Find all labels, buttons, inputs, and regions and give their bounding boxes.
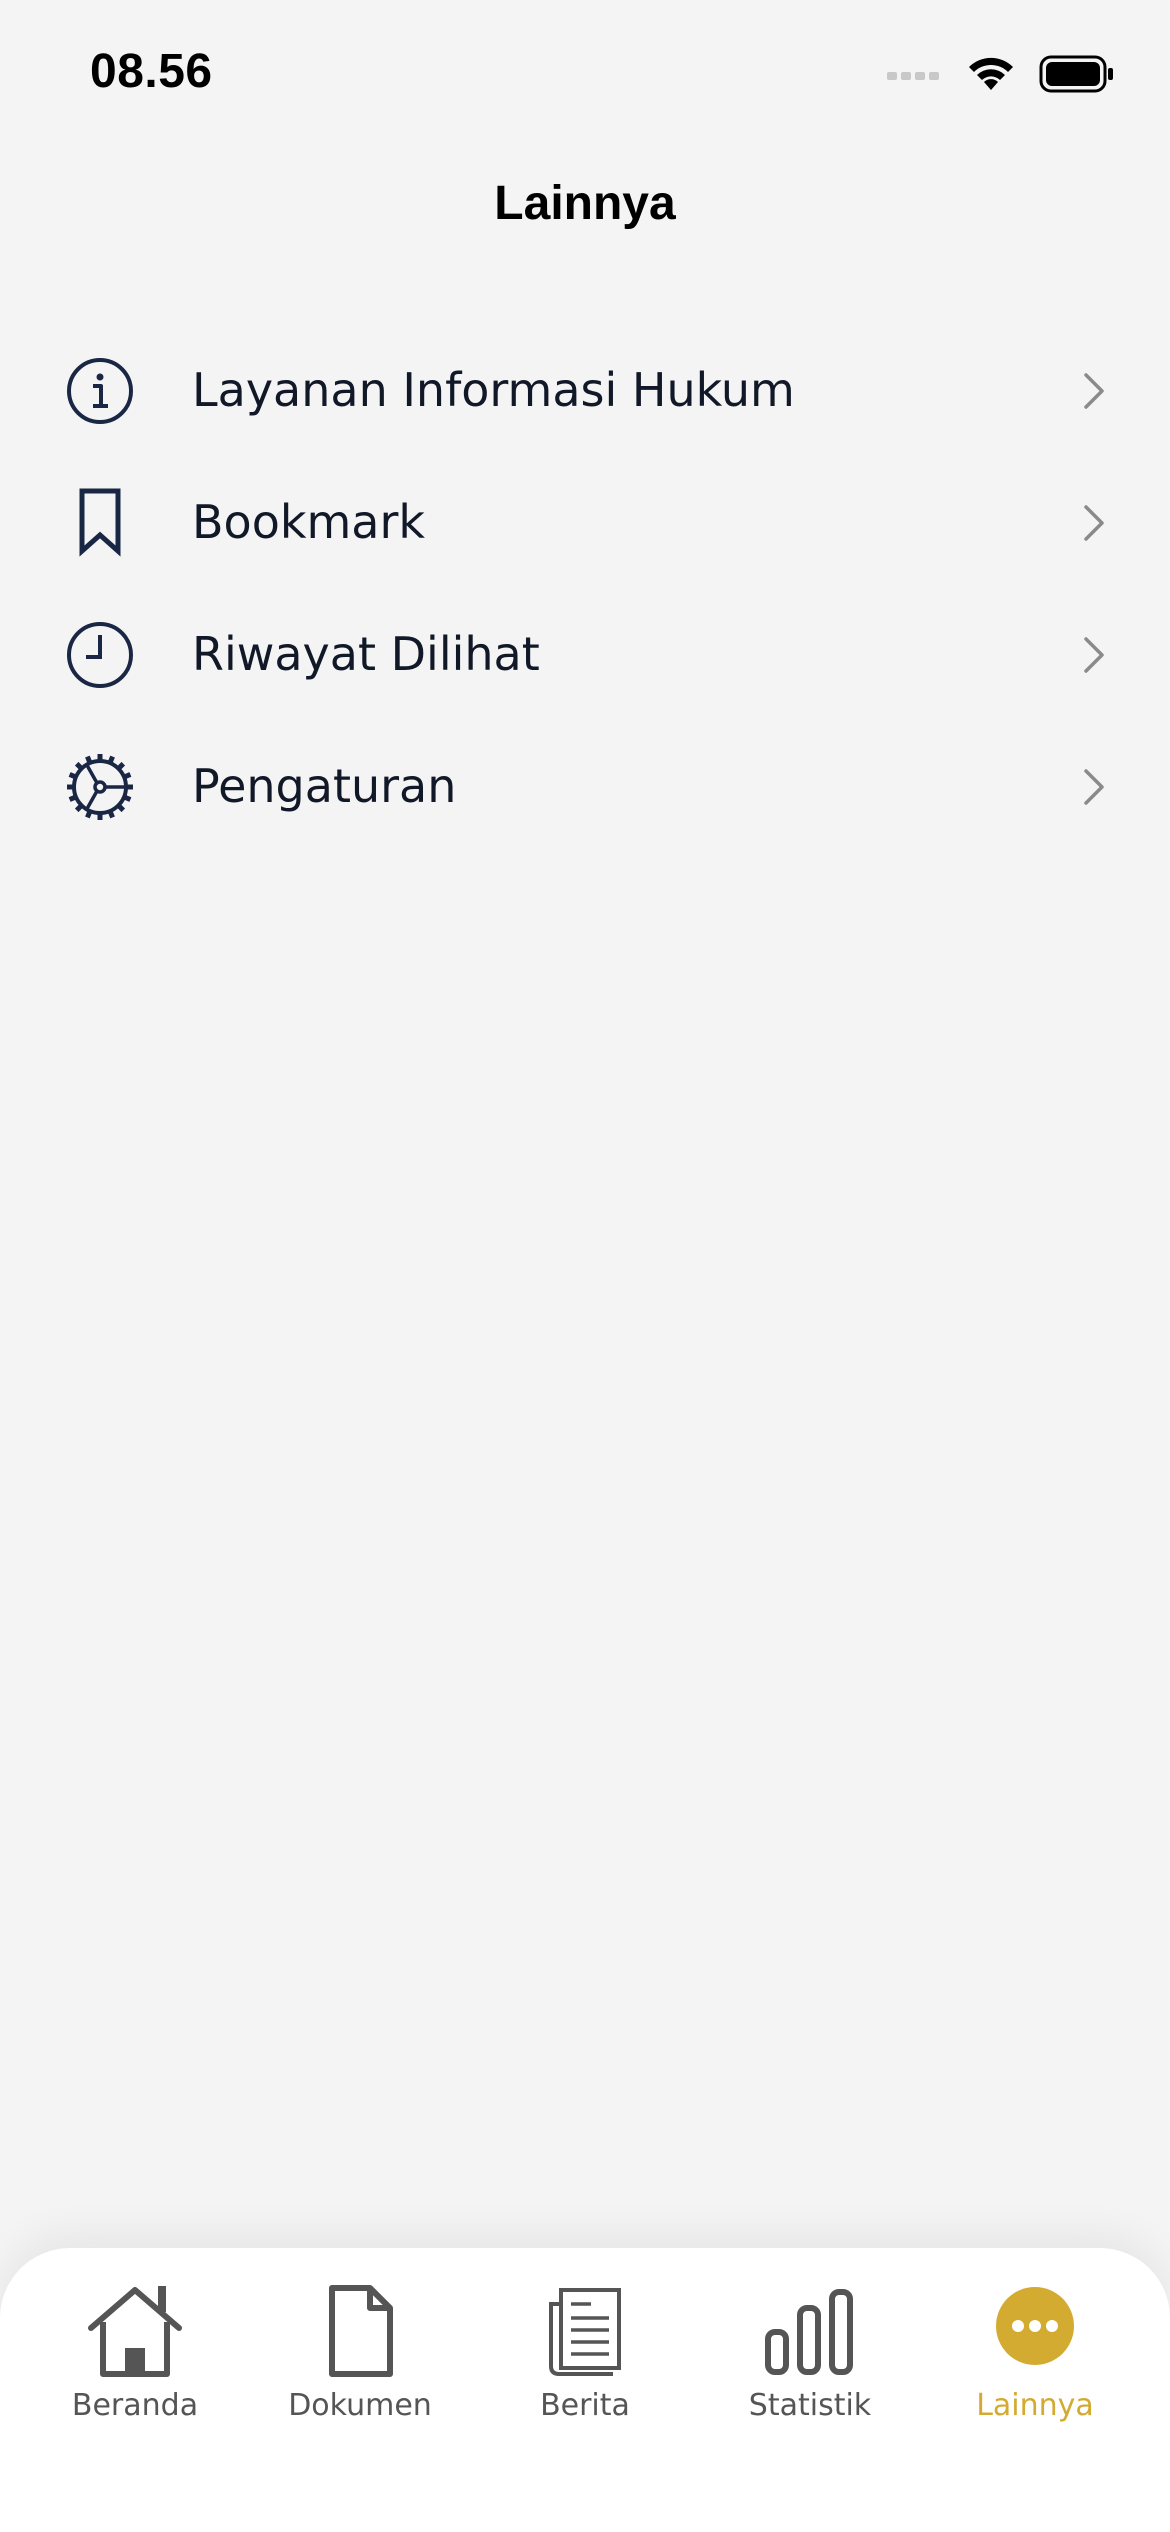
news-icon	[549, 2288, 621, 2376]
bar-chart-icon	[765, 2289, 853, 2375]
wifi-icon	[969, 57, 1013, 90]
nav-label: Dokumen	[288, 2388, 432, 2423]
cellular-signal-icon	[887, 72, 939, 80]
menu-item-layanan-informasi-hukum[interactable]: Layanan Informasi Hukum	[0, 325, 1170, 457]
nav-item-lainnya[interactable]: Lainnya	[935, 2282, 1135, 2442]
menu-item-label: Pengaturan	[192, 759, 457, 813]
menu-item-riwayat-dilihat[interactable]: Riwayat Dilihat	[0, 589, 1170, 721]
menu-list: Layanan Informasi Hukum Bookmark Riwayat…	[0, 325, 1170, 853]
nav-label: Berita	[540, 2388, 630, 2423]
more-icon	[996, 2287, 1074, 2365]
nav-item-berita[interactable]: Berita	[485, 2282, 685, 2442]
menu-item-label: Layanan Informasi Hukum	[192, 363, 795, 417]
chevron-right-icon	[1084, 373, 1104, 409]
battery-icon	[1039, 55, 1113, 93]
bottom-nav: Beranda Dokumen Berita Statistik Lainnya	[0, 2248, 1170, 2532]
menu-item-pengaturan[interactable]: Pengaturan	[0, 721, 1170, 853]
document-icon	[329, 2285, 393, 2377]
nav-label: Lainnya	[976, 2388, 1094, 2423]
nav-label: Statistik	[748, 2388, 872, 2423]
chevron-right-icon	[1084, 637, 1104, 673]
chevron-right-icon	[1084, 769, 1104, 805]
info-icon	[67, 358, 133, 424]
nav-item-beranda[interactable]: Beranda	[35, 2282, 235, 2442]
home-icon	[88, 2286, 182, 2377]
clock-icon	[67, 622, 133, 688]
status-icons	[887, 52, 1115, 96]
status-time: 08.56	[90, 45, 213, 98]
gear-icon	[67, 754, 133, 820]
menu-item-label: Riwayat Dilihat	[192, 627, 540, 681]
nav-item-dokumen[interactable]: Dokumen	[260, 2282, 460, 2442]
bookmark-icon	[79, 488, 121, 557]
menu-item-bookmark[interactable]: Bookmark	[0, 457, 1170, 589]
status-bar: 08.56	[0, 0, 1170, 150]
chevron-right-icon	[1084, 505, 1104, 541]
menu-item-label: Bookmark	[192, 495, 426, 549]
nav-item-statistik[interactable]: Statistik	[710, 2282, 910, 2442]
nav-label: Beranda	[71, 2388, 199, 2423]
page-title: Lainnya	[494, 177, 676, 230]
